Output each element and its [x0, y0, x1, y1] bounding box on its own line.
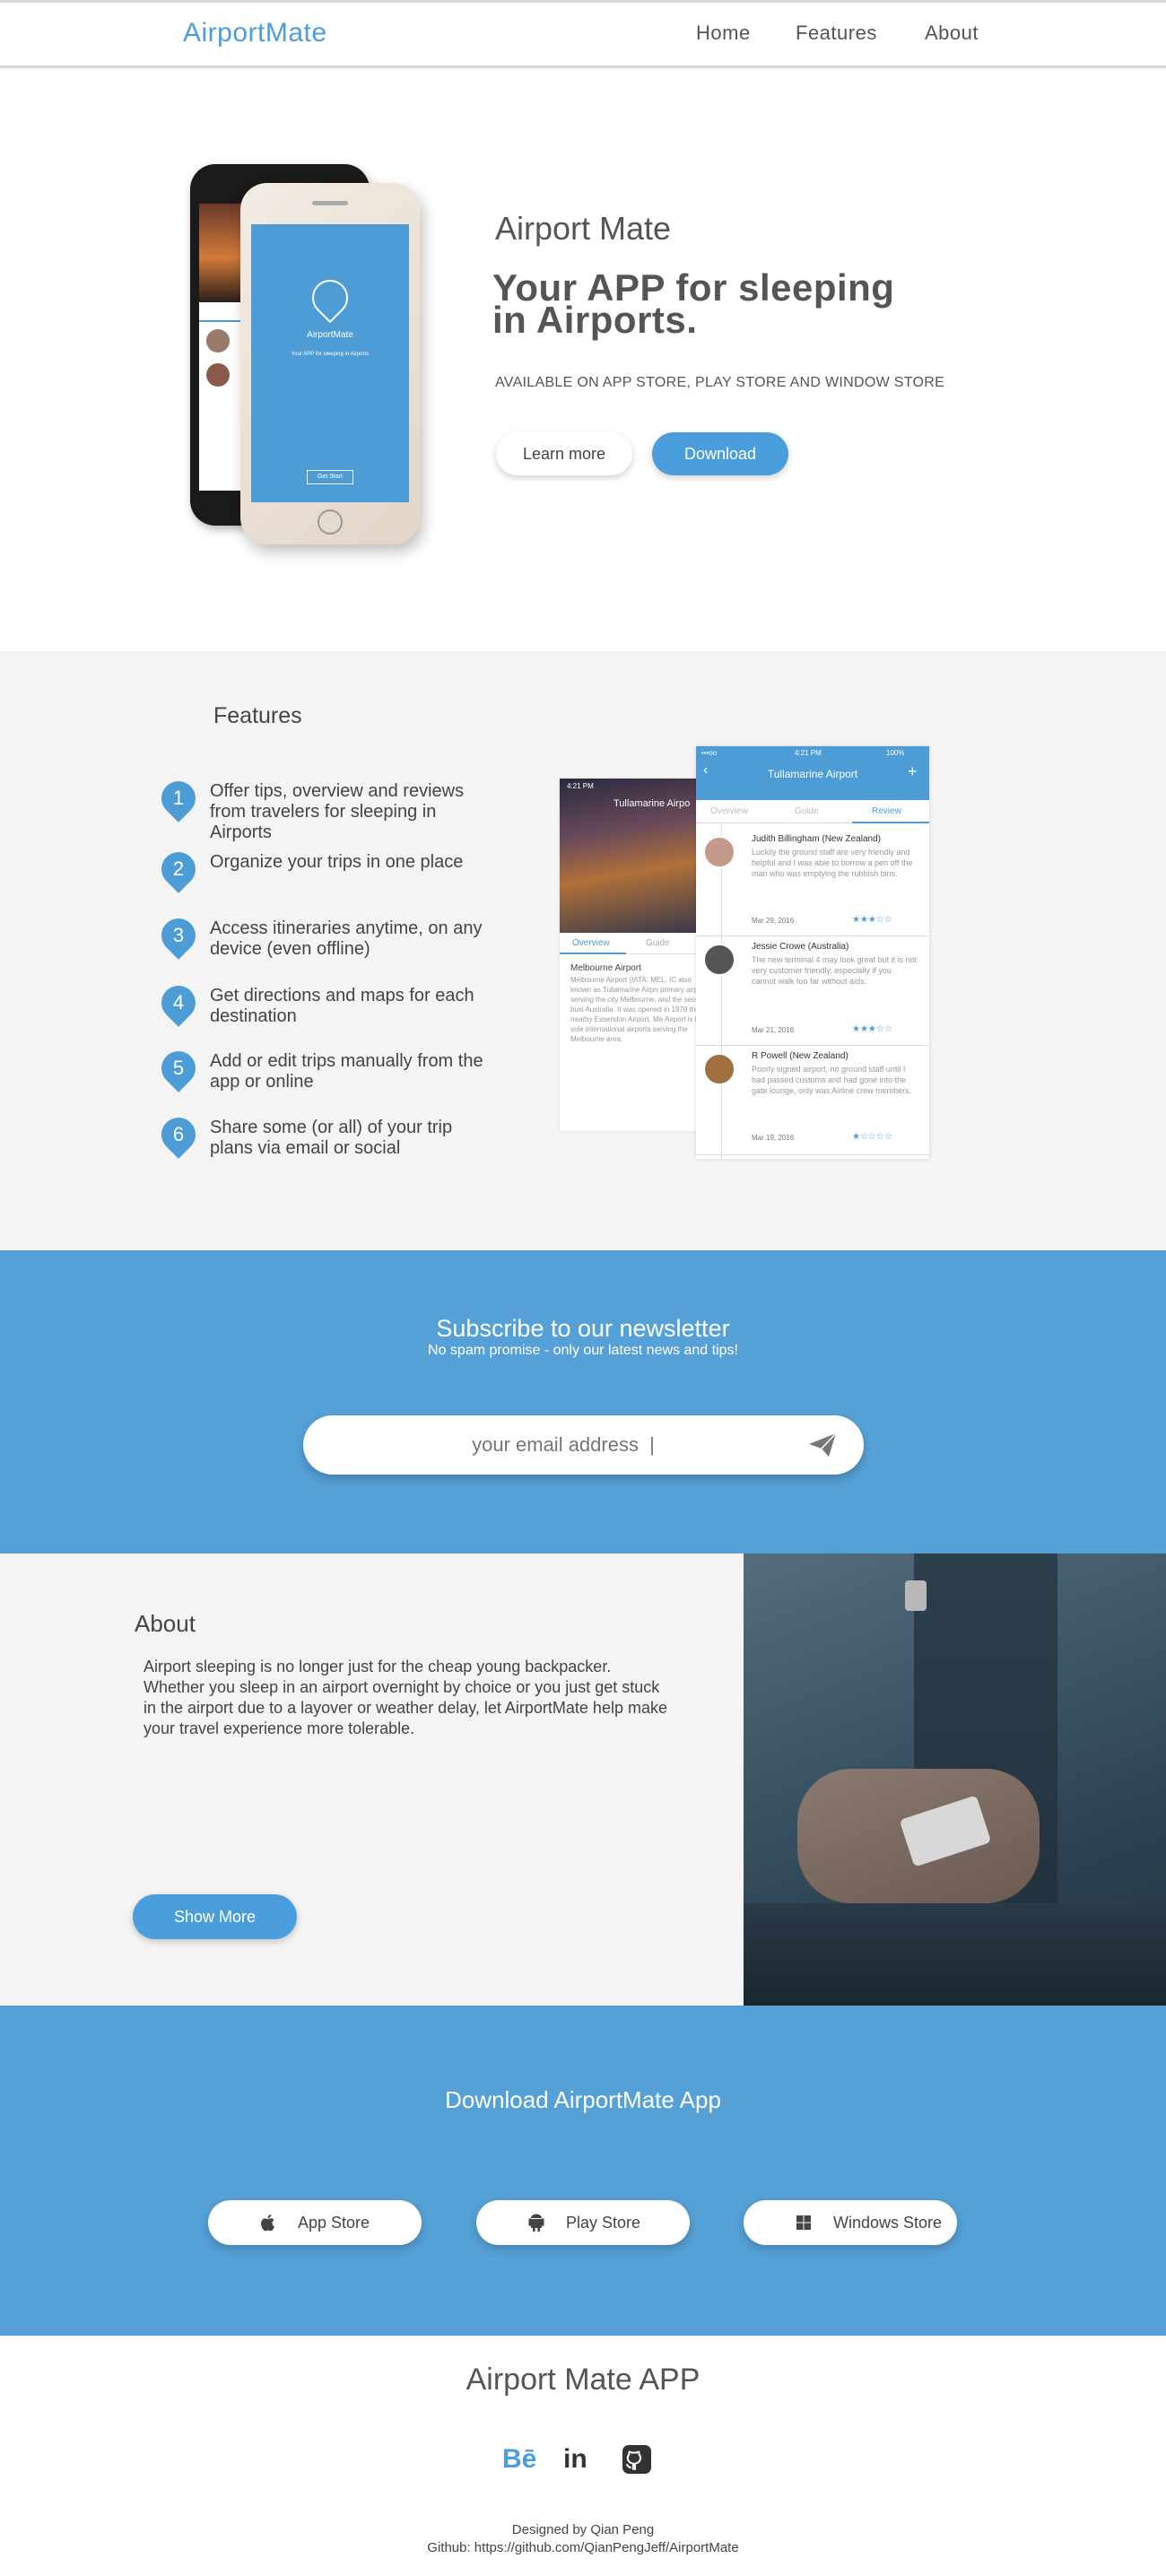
android-icon	[528, 2214, 544, 2232]
top-nav	[0, 0, 1166, 68]
about-title: About	[135, 1610, 196, 1637]
avatar	[703, 836, 735, 868]
footer-title: Airport Mate APP	[466, 2363, 700, 2397]
number-pin-icon: 6	[154, 1110, 203, 1159]
download-button[interactable]: Download	[652, 432, 788, 475]
app-screen-overview: 4:21 PM Tullamarine Airpo Overview Guide…	[560, 779, 696, 1131]
star-rating: ★☆☆☆☆	[852, 1132, 892, 1142]
phone-subtitle: Your APP for sleeping in Airports	[291, 352, 370, 357]
newsletter-title: Subscribe to our newsletter	[436, 1315, 730, 1342]
number-pin-icon: 5	[154, 1044, 203, 1092]
nav-features-link[interactable]: Features	[796, 22, 877, 45]
nav-about-link[interactable]: About	[925, 22, 979, 45]
nav-home-link[interactable]: Home	[696, 22, 751, 45]
designer-credit: Designed by Qian Peng	[511, 2522, 655, 2537]
github-link[interactable]: Github: https://github.com/QianPengJeff/…	[0, 2540, 1166, 2555]
star-rating: ★★★☆☆	[852, 1024, 892, 1034]
brand-logo[interactable]: AirportMate	[183, 18, 327, 48]
download-section	[0, 2006, 1166, 2336]
play-store-button[interactable]: Play Store	[476, 2200, 690, 2245]
newsletter-subtitle: No spam promise - only our latest news a…	[428, 1343, 738, 1358]
phone-app-name: AirportMate	[307, 330, 353, 340]
app-store-button[interactable]: App Store	[208, 2200, 422, 2245]
number-pin-icon: 1	[154, 774, 203, 822]
person-with-phone-photo	[744, 1553, 1166, 2006]
plus-icon: +	[908, 762, 918, 780]
apple-icon	[261, 2215, 274, 2232]
download-title: Download AirportMate App	[445, 2086, 721, 2113]
review-item: Judith Billingham (New Zealand) Luckily …	[696, 831, 929, 936]
hero-title: Airport Mate	[495, 210, 672, 247]
number-pin-icon: 4	[154, 979, 203, 1027]
paper-plane-icon[interactable]	[807, 1432, 838, 1458]
about-section	[0, 1553, 744, 2006]
features-title: Features	[213, 703, 302, 728]
about-text: Airport sleeping is no longer just for t…	[144, 1658, 667, 1737]
hero-availability: AVAILABLE ON APP STORE, PLAY STORE AND W…	[495, 375, 945, 390]
phone-get-start-button: Get Start	[307, 470, 353, 484]
newsletter-section	[0, 1250, 1166, 1553]
behance-icon[interactable]: Bē	[502, 2441, 538, 2477]
airport-photo: 4:21 PM Tullamarine Airpo	[560, 779, 696, 933]
learn-more-button[interactable]: Learn more	[496, 432, 632, 475]
avatar	[703, 944, 735, 976]
github-icon[interactable]	[619, 2441, 655, 2477]
star-rating: ★★★☆☆	[852, 915, 892, 925]
email-input[interactable]	[339, 1415, 787, 1475]
tab-overview: Overview	[572, 938, 610, 948]
hero-tagline-line2: in Airports.	[492, 299, 698, 341]
windows-icon	[796, 2215, 811, 2230]
number-pin-icon: 2	[154, 845, 203, 893]
linkedin-icon[interactable]: in	[563, 2441, 599, 2477]
tab-guide: Guide	[646, 938, 670, 948]
avatar	[703, 1053, 735, 1085]
phone-front-mockup: AirportMate Your APP for sleeping in Air…	[240, 183, 420, 544]
app-screen-reviews: •••oo 4:21 PM 100% ‹ Tullamarine Airport…	[696, 746, 929, 1159]
windows-store-button[interactable]: Windows Store	[744, 2200, 957, 2245]
email-field-wrapper	[303, 1415, 864, 1475]
review-item: R Powell (New Zealand) Poorly signed air…	[696, 1048, 929, 1155]
review-item: Jessie Crowe (Australia) The new termina…	[696, 938, 929, 1046]
show-more-button[interactable]: Show More	[133, 1894, 297, 1939]
number-pin-icon: 3	[154, 911, 203, 960]
